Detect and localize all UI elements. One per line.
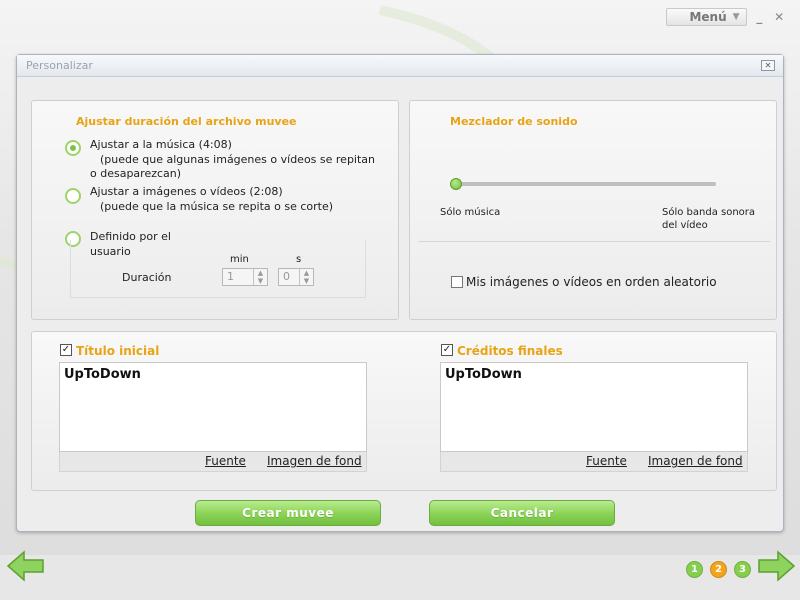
credits-checkbox[interactable]: ✓ [441, 344, 453, 356]
duration-label: Duración [122, 271, 172, 284]
dialog-title: Personalizar [26, 59, 93, 72]
step-2[interactable]: 2 [710, 561, 727, 578]
credits-links-bar: Fuente Imagen de fond [440, 452, 748, 472]
mixer-panel: Mezclador de sonido Sólo música Sólo ban… [409, 100, 777, 320]
chevron-down-icon: ▼ [732, 12, 740, 22]
min-label: min [230, 254, 249, 265]
radio-fit-media[interactable] [65, 188, 81, 204]
duration-panel: Ajustar duración del archivo muvee Ajust… [31, 100, 399, 320]
title-checkbox[interactable]: ✓ [60, 344, 72, 356]
title-text-field[interactable]: UpToDown [59, 362, 367, 452]
minutes-value: 1 [227, 270, 234, 283]
fit-music-label: Ajustar a la música (4:08) [90, 138, 232, 151]
mixer-slider-track[interactable] [456, 182, 716, 186]
title-links-bar: Fuente Imagen de fond [59, 452, 367, 472]
fit-music-note: (puede que algunas imágenes o vídeos se … [100, 153, 376, 166]
music-only-label: Sólo música [440, 207, 501, 218]
dialog-close-icon[interactable]: ✕ [761, 60, 775, 71]
duration-box [70, 240, 366, 298]
dialog-titlebar: Personalizar ✕ [17, 55, 783, 77]
sec-label: s [296, 254, 302, 265]
back-arrow-icon[interactable] [6, 549, 46, 583]
titles-panel: ✓ Título inicial UpToDown Fuente Imagen … [31, 331, 777, 491]
seconds-value: 0 [283, 270, 290, 283]
radio-fit-music[interactable] [65, 140, 81, 156]
credits-font-link[interactable]: Fuente [586, 454, 627, 468]
title-background-link[interactable]: Imagen de fond [267, 454, 362, 468]
fit-music-note-2: o desaparezcan) [90, 167, 182, 180]
title-heading: Título inicial [76, 344, 160, 358]
fit-media-label: Ajustar a imágenes o vídeos (2:08) [90, 185, 283, 198]
divider [418, 241, 770, 242]
stepper-arrows-icon[interactable]: ▲ ▼ [253, 269, 267, 285]
menu-label: Menú [689, 10, 727, 24]
close-icon[interactable]: ✕ [772, 10, 786, 24]
fit-media-note: (puede que la música se repita o se cort… [100, 200, 334, 213]
video-only-label-2: del vídeo [662, 220, 708, 231]
forward-arrow-icon[interactable] [756, 549, 796, 583]
mixer-heading: Mezclador de sonido [450, 115, 578, 128]
video-only-label: Sólo banda sonora [662, 207, 756, 218]
credits-heading: Créditos finales [457, 344, 563, 358]
minimize-icon[interactable]: _ [753, 10, 767, 24]
create-muvee-button[interactable]: Crear muvee [195, 500, 381, 526]
duration-heading: Ajustar duración del archivo muvee [76, 115, 297, 128]
stepper-arrows-icon[interactable]: ▲ ▼ [299, 269, 313, 285]
customize-dialog: Personalizar ✕ Ajustar duración del arch… [16, 54, 784, 532]
seconds-stepper[interactable]: 0 ▲ ▼ [278, 268, 314, 286]
credits-background-link[interactable]: Imagen de fond [648, 454, 743, 468]
title-font-link[interactable]: Fuente [205, 454, 246, 468]
window-controls: Menú ▼ _ ✕ [666, 8, 786, 26]
minutes-stepper[interactable]: 1 ▲ ▼ [222, 268, 268, 286]
shuffle-checkbox[interactable] [451, 276, 463, 288]
shuffle-label: Mis imágenes o vídeos en orden aleatorio [466, 275, 717, 289]
step-3[interactable]: 3 [734, 561, 751, 578]
cancel-button[interactable]: Cancelar [429, 500, 615, 526]
mixer-slider-thumb[interactable] [450, 178, 462, 190]
menu-button[interactable]: Menú ▼ [666, 8, 747, 26]
step-1[interactable]: 1 [686, 561, 703, 578]
credits-text-field[interactable]: UpToDown [440, 362, 748, 452]
